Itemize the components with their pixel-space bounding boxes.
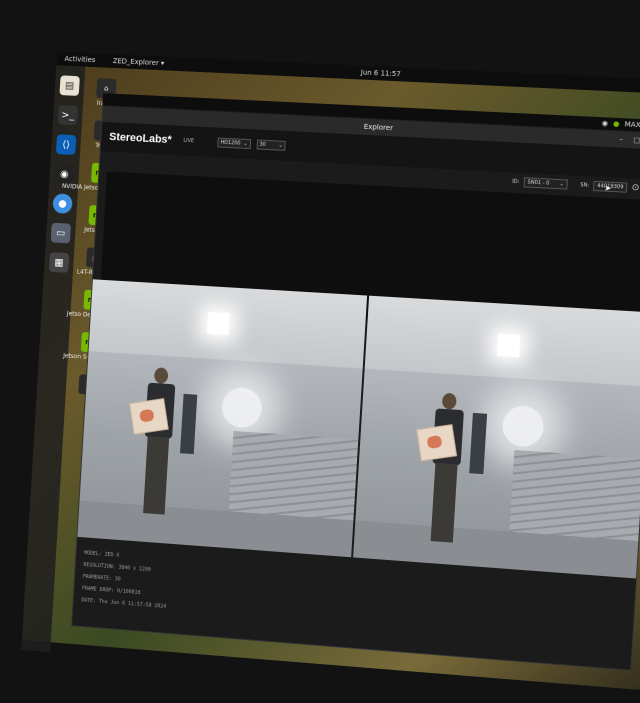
activities-button[interactable]: Activities [64,55,95,64]
trash-dock-icon[interactable]: ▭ [50,222,72,244]
chrome-tray-icon[interactable]: ◉ [601,119,608,127]
screen-photo: Activities ZED_Explorer ▾ Jun 6 11:57 ▤ … [0,0,640,692]
maximize-icon[interactable]: □ [632,135,640,145]
left-camera-view [77,279,368,558]
maxn-label[interactable]: MAXN [624,120,640,129]
clock[interactable]: Jun 6 11:57 [360,68,401,78]
vscode-icon[interactable]: ⟨⟩ [55,134,77,155]
resolution-select[interactable]: HD1200 ⌄ [217,137,251,150]
mouse-cursor: ➤ [604,183,612,193]
wall-light-glow [220,386,263,429]
person [416,392,468,545]
chevron-down-icon: ⌄ [559,181,565,188]
camera-id-value: SN01 - 0 [527,179,550,187]
terminal-icon[interactable]: >_ [57,104,79,126]
right-camera-view [353,295,640,579]
ceiling-light [496,333,521,358]
person [129,367,179,517]
chromium-icon[interactable]: ● [52,193,73,214]
chevron-down-icon: ⌄ [243,140,248,147]
app-icon[interactable]: ▦ [48,252,70,273]
chevron-down-icon: ⌄ [278,142,283,149]
camera-info-panel: MODEL: ZED X RESOLUTION: 3840 x 1200 FRA… [81,547,169,613]
fps-select[interactable]: 30 ⌄ [256,139,286,151]
fps-value: 30 [259,141,266,148]
camera-id-row: ID: SN01 - 0 ⌄ SN: 44019309 ⊙ ⚙ [512,177,640,194]
sn-label: SN: [580,182,590,189]
window-title: Explorer [363,122,394,133]
explorer-window: Explorer – □ ✕ StereoLabs* LIVE HD1200 ⌄… [71,93,640,671]
wall-light-glow [501,404,545,448]
record-icon[interactable]: ⊙ [631,183,639,194]
ceiling-light [206,311,230,336]
brand-logo: StereoLabs* [108,131,173,147]
obs-icon[interactable]: ◉ [54,163,75,185]
id-label: ID: [512,178,520,186]
minimize-icon[interactable]: – [616,134,626,144]
live-label: LIVE [183,137,195,145]
app-menu[interactable]: ZED_Explorer ▾ [113,57,165,67]
resolution-value: HD1200 [220,139,241,147]
nvidia-icon[interactable]: ● [613,120,620,128]
files-icon[interactable]: ▤ [59,75,80,96]
stereo-video-feed [77,279,640,579]
camera-id-select[interactable]: SN01 - 0 ⌄ [523,177,569,190]
